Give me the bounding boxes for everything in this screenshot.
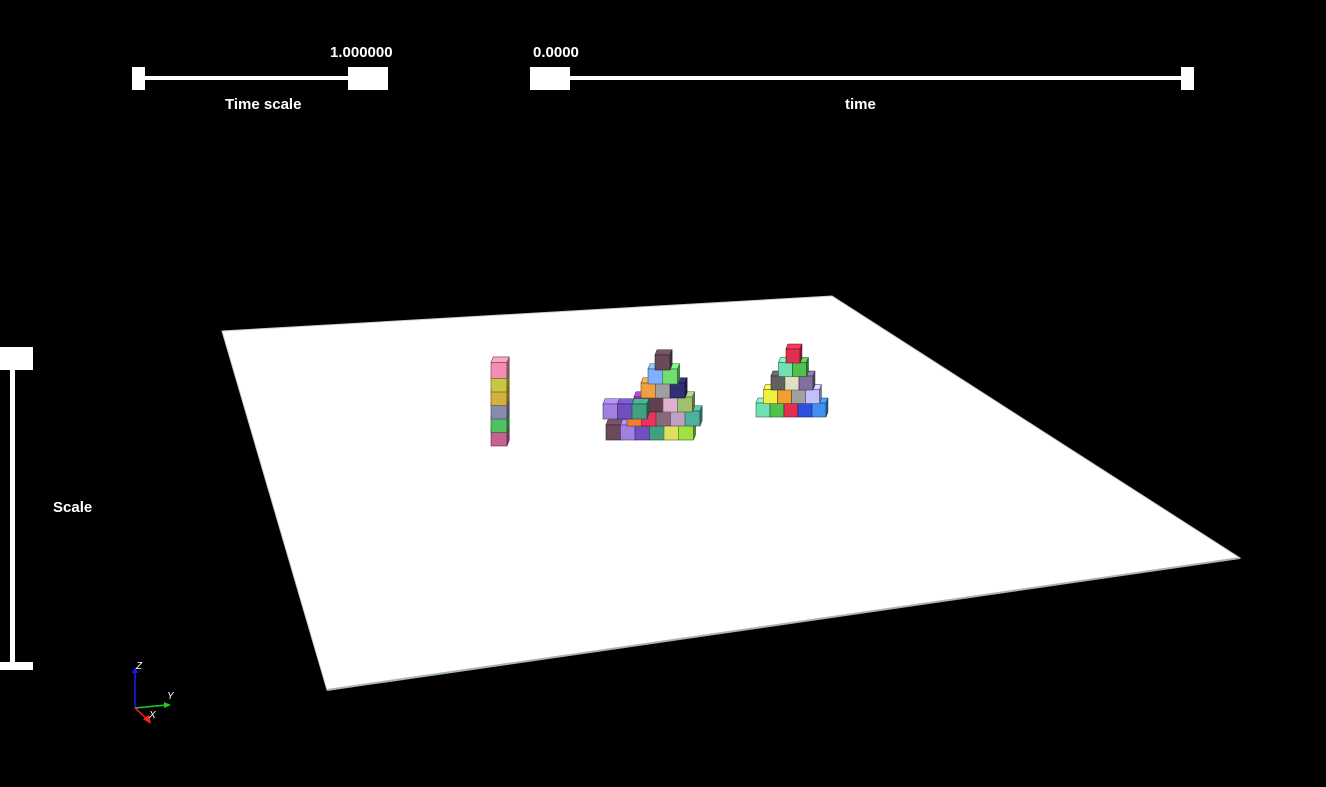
y-axis-line bbox=[134, 704, 167, 709]
scene-canvas[interactable] bbox=[0, 0, 1326, 787]
y-axis-arrow bbox=[164, 702, 171, 708]
column-block bbox=[490, 356, 510, 379]
z-axis-label: Z bbox=[135, 661, 143, 672]
y-axis-label: Y bbox=[167, 691, 175, 702]
x-axis-line bbox=[134, 707, 148, 720]
pyramid-right-block bbox=[785, 343, 803, 364]
orientation-axes: Z Y X bbox=[132, 661, 175, 724]
pyramid-left-block bbox=[654, 349, 673, 371]
render-viewport[interactable]: 1.000000 Time scale 0.0000 time Scale Z … bbox=[0, 0, 1326, 787]
x-axis-label: X bbox=[148, 710, 156, 721]
pyramid-left-block bbox=[631, 398, 650, 420]
